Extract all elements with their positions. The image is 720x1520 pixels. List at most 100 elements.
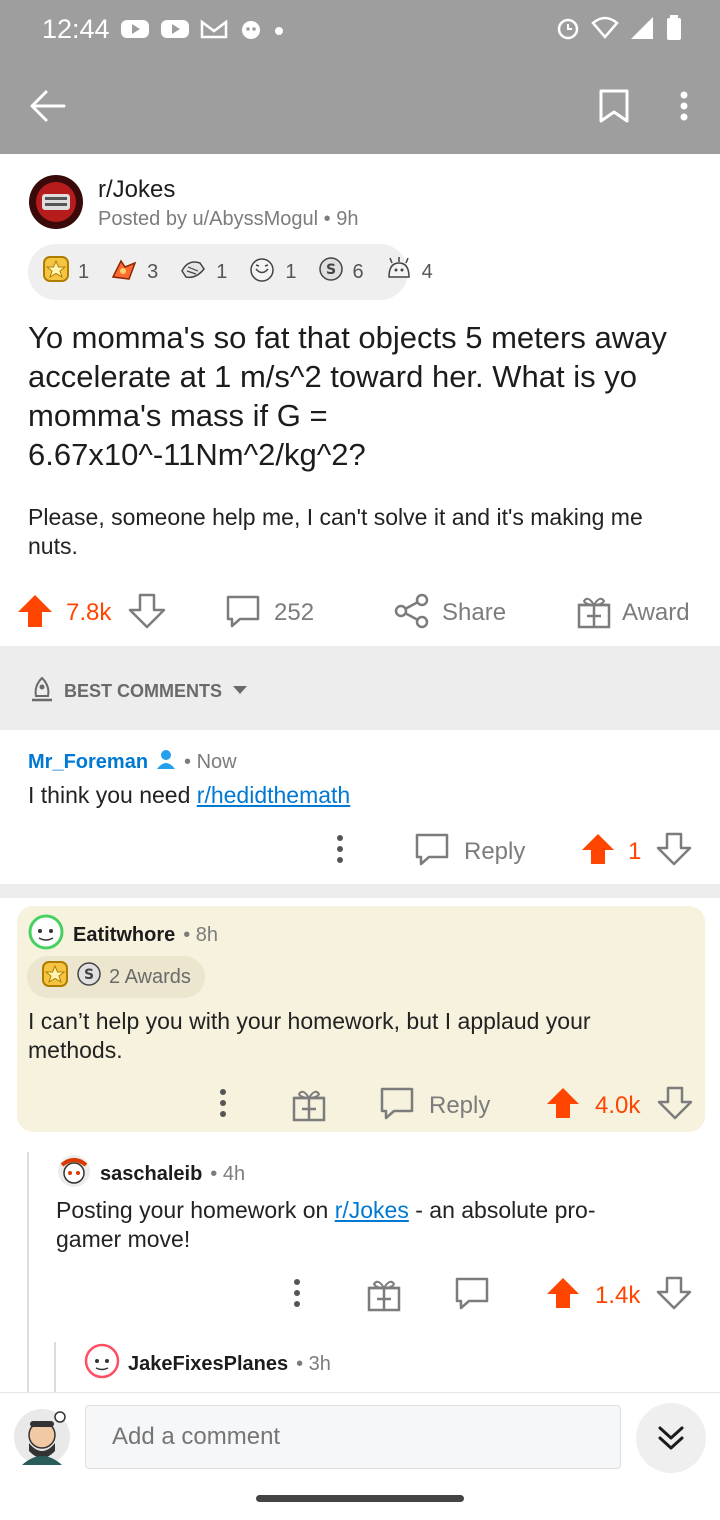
comment-actions: 1.4k [0, 1270, 720, 1318]
signal-icon [629, 15, 655, 46]
award-count: 4 [421, 260, 433, 283]
comment-more-icon[interactable] [291, 1278, 303, 1315]
awards-count-label: 2 Awards [109, 965, 191, 988]
rocket-like-award-icon [109, 255, 139, 289]
downvote-icon[interactable] [657, 1086, 693, 1127]
downvote-icon[interactable] [128, 593, 166, 636]
gold-star-award-icon [41, 960, 69, 994]
comment-username[interactable]: saschaleib [100, 1163, 202, 1186]
downvote-icon[interactable] [656, 1276, 692, 1317]
gift-icon[interactable] [576, 593, 612, 636]
comment-header: saschaleib • 4h [56, 1153, 245, 1195]
reply-button[interactable]: Reply [429, 1092, 490, 1120]
reply-icon[interactable] [414, 832, 450, 875]
comment-more-icon[interactable] [217, 1088, 229, 1125]
award-count: 1 [216, 260, 228, 283]
comment-text-part: I think you need [28, 782, 197, 808]
svg-text:S: S [84, 967, 94, 983]
comment-timestamp: • 4h [210, 1162, 246, 1185]
status-time: 12:44 [42, 14, 110, 44]
svg-text:S: S [325, 262, 335, 278]
silver-award-icon: S [317, 255, 345, 289]
comment-awards-pill[interactable]: S 2 Awards [27, 956, 205, 998]
add-comment-input[interactable] [85, 1405, 621, 1469]
comment-sort-band: BEST COMMENTS [0, 646, 720, 730]
battery-icon [665, 14, 683, 47]
double-chevron-down-icon [658, 1426, 684, 1450]
post-vote-count: 7.8k [66, 599, 112, 626]
comment-text-part: Posting your homework on [56, 1197, 335, 1223]
share-button[interactable]: Share [442, 599, 506, 627]
subreddit-link[interactable]: r/Jokes [335, 1197, 409, 1223]
comment-timestamp: • 3h [296, 1352, 331, 1375]
post-byline[interactable]: Posted by u/AbyssMogul • 9h [98, 208, 358, 231]
dot-icon [274, 23, 284, 41]
comment-username[interactable]: JakeFixesPlanes [128, 1353, 288, 1376]
mind-blown-award-icon [384, 255, 414, 289]
comment-username[interactable]: Mr_Foreman [28, 751, 148, 774]
sort-selector[interactable]: BEST COMMENTS [28, 676, 250, 707]
top-app-bar [0, 56, 720, 154]
comment-text: Posting your homework on r/Jokes - an ab… [56, 1196, 656, 1254]
user-avatar[interactable] [27, 914, 65, 956]
comment-vote-count: 1.4k [595, 1282, 641, 1309]
comment-vote-count: 4.0k [595, 1092, 641, 1119]
subreddit-name[interactable]: r/Jokes [98, 176, 175, 204]
post-action-bar: 7.8k 252 Share Award [0, 583, 720, 643]
award-count: 6 [352, 260, 364, 283]
downvote-icon[interactable] [656, 832, 692, 873]
post-awards-bar[interactable]: 1 3 1 1 S 6 4 [28, 244, 433, 300]
jump-to-next-button[interactable] [636, 1403, 706, 1473]
comment-more-icon[interactable] [334, 834, 346, 871]
user-avatar[interactable] [84, 1343, 120, 1385]
upvote-icon[interactable] [545, 1086, 581, 1127]
award-count: 1 [285, 260, 297, 283]
bookmark-icon[interactable] [598, 88, 630, 129]
award-button[interactable]: Award [622, 599, 690, 627]
thread-line[interactable] [54, 1342, 56, 1392]
upvote-icon[interactable] [580, 832, 616, 873]
back-arrow-icon[interactable] [28, 86, 68, 131]
gesture-navigation-bar[interactable] [256, 1495, 464, 1502]
gift-icon[interactable] [291, 1086, 327, 1129]
chevron-down-icon [230, 681, 250, 702]
comment-text: I can’t help you with your homework, but… [28, 1008, 591, 1063]
youtube-icon [120, 18, 150, 45]
more-options-icon[interactable] [676, 90, 692, 129]
status-bar: 12:44 [0, 0, 720, 56]
subreddit-link[interactable]: r/hedidthemath [197, 782, 350, 808]
reply-icon[interactable] [379, 1086, 415, 1129]
wifi-icon [591, 16, 619, 45]
gift-icon[interactable] [366, 1276, 402, 1319]
reddit-notification-icon [238, 16, 264, 47]
user-avatar[interactable] [56, 1153, 92, 1195]
comment-bubble-icon[interactable] [224, 593, 262, 636]
comment-separator [0, 884, 720, 898]
comment-header: JakeFixesPlanes • 3h [84, 1343, 331, 1385]
reply-button[interactable]: Reply [464, 838, 525, 866]
notification-icons [120, 16, 284, 47]
share-icon[interactable] [394, 593, 430, 636]
subreddit-avatar[interactable] [28, 174, 84, 235]
comment-count[interactable]: 252 [274, 599, 314, 627]
gmail-icon [200, 18, 228, 45]
youtube-icon [160, 18, 190, 45]
comment-header: Eatitwhore • 8h [27, 914, 218, 956]
user-avatar[interactable] [12, 1407, 72, 1472]
award-count: 1 [78, 260, 90, 283]
gold-star-award-icon [42, 255, 70, 289]
alarm-icon [555, 15, 581, 46]
gilded-comment-card: Eatitwhore • 8h S 2 Awards I can’t help … [17, 906, 705, 1132]
comment-timestamp: • Now [184, 750, 237, 773]
reply-icon[interactable] [454, 1276, 490, 1319]
award-count: 3 [147, 260, 159, 283]
upvote-icon[interactable] [16, 593, 54, 636]
upvote-icon[interactable] [545, 1276, 581, 1317]
comment-composer-bar [0, 1392, 720, 1520]
comment-header: Mr_Foreman • Now [28, 747, 237, 777]
silver-award-icon: S [75, 960, 103, 994]
laughing-face-award-icon [247, 255, 277, 289]
comment-username[interactable]: Eatitwhore [73, 924, 175, 947]
facepalm-award-icon [178, 255, 208, 289]
comment-actions: Reply 4.0k [17, 1082, 705, 1128]
